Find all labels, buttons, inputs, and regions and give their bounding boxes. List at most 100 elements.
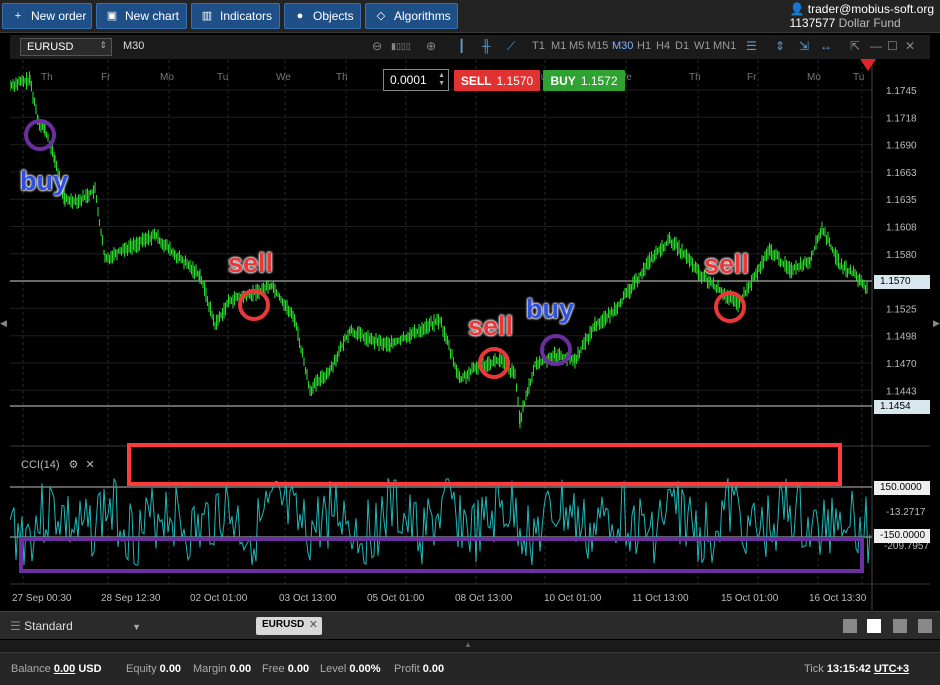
tf-h1[interactable]: H1 bbox=[637, 40, 651, 52]
day-label: Mo bbox=[160, 72, 174, 83]
new-chart-label: New chart bbox=[125, 9, 180, 23]
layout-single-button[interactable] bbox=[843, 619, 857, 633]
day-label: Th bbox=[41, 72, 53, 83]
objects-button[interactable]: ● Objects bbox=[284, 3, 361, 29]
layout-value: Standard bbox=[24, 619, 73, 633]
bars-icon: ▥ bbox=[201, 10, 213, 22]
fit-icon[interactable]: ↔ bbox=[820, 39, 832, 53]
cci-upper-tag: 150.0000 bbox=[874, 481, 930, 495]
price-tick-label: 1.1443 bbox=[886, 386, 917, 397]
line-chart-icon[interactable]: ⟋ bbox=[507, 39, 515, 54]
highlight-box-oversold bbox=[19, 537, 864, 573]
time-tick-label: 08 Oct 13:00 bbox=[455, 593, 513, 604]
tf-m15[interactable]: M15 bbox=[587, 40, 608, 52]
balance-value[interactable]: 0.00 bbox=[54, 663, 75, 675]
tf-t1[interactable]: T1 bbox=[532, 40, 545, 52]
format-icon[interactable]: ☰ bbox=[746, 39, 757, 53]
annotation-sell: sell bbox=[704, 249, 750, 279]
chart-toolbar: EURUSD ⇕ M30 ⊖ ▮▯▯▯ ⊕ ┃ ╫ ⟋ T1 M1 M5 M15… bbox=[10, 35, 930, 59]
new-order-button[interactable]: + New order bbox=[2, 3, 92, 29]
timezone-value[interactable]: UTC+3 bbox=[874, 663, 909, 675]
zoom-slider[interactable]: ▮▯▯▯ bbox=[391, 41, 411, 52]
cci-tick-label: -13.2717 bbox=[886, 507, 926, 518]
tf-d1[interactable]: D1 bbox=[675, 40, 689, 52]
indicator-name: CCI(14) bbox=[21, 459, 60, 471]
equity-label: Equity bbox=[126, 663, 157, 675]
balance-currency: USD bbox=[78, 663, 102, 675]
new-order-label: New order bbox=[31, 9, 87, 23]
free-label: Free bbox=[262, 663, 285, 675]
day-label: Fr bbox=[747, 72, 757, 83]
timeframe-label: M30 bbox=[123, 40, 145, 52]
tick-label: Tick bbox=[804, 663, 824, 675]
right-arrow-icon[interactable]: ▶ bbox=[933, 318, 940, 332]
status-bar: Balance 0.00 USD Equity 0.00 Margin 0.00… bbox=[0, 652, 940, 685]
quantity-input[interactable]: 0.0001 ▲ ▼ bbox=[383, 69, 449, 91]
tf-h4[interactable]: H4 bbox=[656, 40, 670, 52]
profit-value: 0.00 bbox=[422, 663, 445, 675]
gear-icon[interactable]: ⚙ bbox=[69, 459, 79, 471]
new-chart-button[interactable]: ▣ New chart bbox=[96, 3, 187, 29]
close-indicator-icon[interactable]: ✕ bbox=[86, 459, 95, 471]
algorithms-button[interactable]: ◇ Algorithms bbox=[365, 3, 458, 29]
tf-m30[interactable]: M30 bbox=[612, 40, 633, 52]
margin-label: Margin bbox=[193, 663, 227, 675]
highlight-box-overbought bbox=[127, 443, 842, 486]
tf-m5[interactable]: M5 bbox=[569, 40, 584, 52]
level-item: Level 0.00% bbox=[320, 663, 381, 675]
top-toolbar: + New order ▣ New chart ▥ Indicators ● O… bbox=[0, 0, 940, 33]
layout-rows-button[interactable] bbox=[918, 619, 932, 633]
minimize-icon[interactable]: — bbox=[870, 39, 882, 53]
maximize-icon[interactable]: ☐ bbox=[887, 39, 898, 53]
account-number: 1137577 bbox=[789, 16, 836, 30]
layout-columns-button[interactable] bbox=[893, 619, 907, 633]
close-icon[interactable]: ✕ bbox=[905, 39, 915, 53]
close-tab-icon[interactable]: ✕ bbox=[309, 618, 318, 631]
splitter[interactable]: ▲ bbox=[0, 640, 940, 652]
account-user: trader@mobius-soft.org bbox=[807, 2, 934, 16]
annotation-sell: sell bbox=[468, 311, 514, 341]
level-value: 0.00% bbox=[349, 663, 381, 675]
day-label: Th bbox=[689, 72, 701, 83]
bar-chart-icon[interactable]: ┃ bbox=[458, 39, 465, 53]
tf-mn1[interactable]: MN1 bbox=[713, 40, 736, 52]
time-tick-label: 27 Sep 00:30 bbox=[12, 593, 72, 604]
account-info[interactable]: 👤 trader@mobius-soft.org 1137577 Dollar … bbox=[789, 2, 934, 30]
autoscroll-icon[interactable]: ⇲ bbox=[799, 39, 809, 53]
price-tick-label: 1.1718 bbox=[886, 113, 917, 124]
diamond-icon: ◇ bbox=[376, 10, 386, 22]
price-tick-label: 1.1635 bbox=[886, 195, 917, 206]
annotation-buy: buy bbox=[20, 166, 69, 196]
layout-select[interactable]: ☰ Standard ▼ bbox=[10, 619, 141, 633]
left-arrow-icon[interactable]: ◀ bbox=[0, 318, 7, 332]
spinner-icon[interactable]: ▲ ▼ bbox=[438, 72, 445, 88]
scale-icon[interactable]: ⇕ bbox=[775, 39, 785, 53]
profit-item: Profit 0.00 bbox=[394, 663, 444, 675]
balance-label: Balance bbox=[11, 663, 51, 675]
cci-line bbox=[9, 477, 871, 566]
chevron-down-icon: ▼ bbox=[132, 622, 142, 632]
price-tick-label: 1.1608 bbox=[886, 223, 917, 234]
splitter-handle-icon[interactable]: ▲ bbox=[464, 640, 472, 649]
plus-icon: + bbox=[14, 10, 22, 22]
current-time-marker bbox=[860, 59, 876, 71]
price-tick-label: 1.1525 bbox=[886, 304, 917, 315]
candles-icon[interactable]: ╫ bbox=[482, 39, 491, 53]
time-tick-label: 03 Oct 13:00 bbox=[279, 593, 337, 604]
zoom-in-icon[interactable]: ⊕ bbox=[426, 39, 436, 53]
day-label: We bbox=[276, 72, 291, 83]
tf-m1[interactable]: M1 bbox=[551, 40, 566, 52]
detach-icon[interactable]: ⇱ bbox=[850, 39, 860, 53]
tf-w1[interactable]: W1 bbox=[694, 40, 711, 52]
zoom-out-icon[interactable]: ⊖ bbox=[372, 39, 382, 53]
layout-grid-button[interactable] bbox=[867, 619, 881, 633]
day-label: Fr bbox=[101, 72, 111, 83]
sell-button[interactable]: SELL 1.1570 bbox=[454, 70, 540, 91]
buy-button[interactable]: BUY 1.1572 bbox=[543, 70, 625, 91]
balance-item: Balance 0.00 USD bbox=[11, 663, 102, 675]
symbol-select[interactable]: EURUSD ⇕ bbox=[20, 38, 112, 56]
indicators-button[interactable]: ▥ Indicators bbox=[191, 3, 280, 29]
chart-tab[interactable]: EURUSD ✕ bbox=[256, 617, 322, 635]
margin-item: Margin 0.00 bbox=[193, 663, 251, 675]
algorithms-label: Algorithms bbox=[394, 9, 451, 23]
